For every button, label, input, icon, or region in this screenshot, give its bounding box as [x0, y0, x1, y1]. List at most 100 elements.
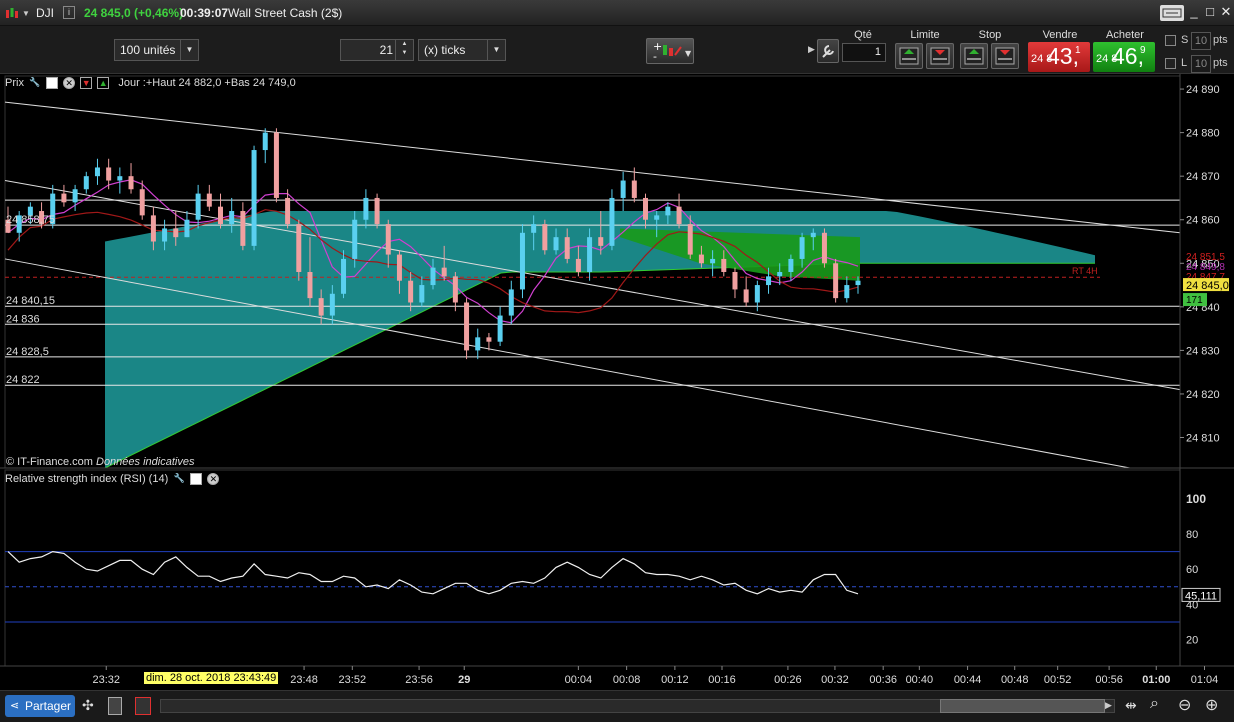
wrench-icon[interactable]: 🔧 — [173, 473, 185, 485]
candle-bearish — [273, 128, 279, 203]
maximize-icon[interactable] — [190, 473, 203, 486]
qty-input[interactable]: 1 — [842, 43, 886, 62]
y-tick-label: 24 820 — [1186, 389, 1220, 401]
scroll-right-icon[interactable]: ▶ — [1105, 700, 1112, 711]
move-up-icon[interactable]: ▲ — [97, 77, 110, 90]
candle-body — [531, 224, 537, 233]
limit-sell-button[interactable] — [926, 43, 954, 69]
calculator-icon[interactable] — [108, 697, 122, 715]
limit-checkbox[interactable] — [1165, 58, 1176, 69]
move-down-icon[interactable]: ▼ — [80, 77, 93, 90]
day-high-low: Jour :+Haut 24 882,0 +Bas 24 749,0 — [118, 77, 296, 89]
candle-body — [262, 132, 268, 151]
stop-buy-button[interactable] — [960, 43, 988, 69]
candle-body — [519, 232, 525, 290]
scrollbar-thumb[interactable] — [940, 699, 1105, 713]
units-select[interactable]: 100 unités ▼ — [114, 39, 199, 61]
limit-points-input[interactable]: 10 — [1191, 55, 1211, 73]
limit-l-label: L — [1181, 57, 1188, 69]
candle-body — [631, 180, 637, 198]
x-tick-label: 00:40 — [906, 674, 934, 686]
candle-body — [173, 228, 179, 238]
candle-body — [687, 224, 693, 255]
candle-body — [352, 219, 358, 259]
app-icon — [5, 6, 19, 20]
window-menu-icon[interactable]: ▼ — [22, 9, 30, 18]
info-icon[interactable]: i — [63, 6, 75, 19]
right-axis-area — [1180, 74, 1234, 666]
candle-body — [128, 176, 134, 190]
candle-body — [329, 293, 335, 316]
candle-body — [396, 254, 402, 281]
chevron-down-icon: ▼ — [180, 40, 198, 60]
close-panel-icon[interactable]: ✕ — [63, 77, 76, 90]
collapse-arrow-icon[interactable]: ▶ — [808, 44, 815, 55]
candle-body — [430, 267, 436, 286]
candle-body — [296, 224, 302, 272]
share-button[interactable]: ⋖ Partager — [5, 695, 75, 717]
buy-button[interactable]: 24 8 46, 9 — [1093, 42, 1155, 72]
x-tick-label: 00:48 — [1001, 674, 1029, 686]
wrench-settings-button[interactable] — [817, 39, 839, 63]
layers-icon[interactable] — [135, 697, 151, 715]
y-tick-label: 24 810 — [1186, 433, 1220, 445]
zoom-in-icon[interactable]: ⊕ — [1205, 695, 1218, 715]
candle-body — [162, 228, 168, 242]
candle-body — [777, 272, 783, 277]
candle-bearish — [296, 219, 302, 281]
maximize-icon[interactable] — [46, 77, 59, 90]
x-tick-label: 23:48 — [290, 674, 318, 686]
candle-body — [810, 232, 816, 238]
stop-loss-points-input[interactable]: 10 — [1191, 32, 1211, 50]
candle-body — [766, 276, 772, 286]
candle-body — [475, 337, 481, 351]
candle-bullish — [251, 145, 257, 251]
zoom-out-icon[interactable]: ⊖ — [1178, 695, 1191, 715]
x-tick-label: 29 — [458, 674, 470, 686]
countdown-tag: 171 — [1186, 295, 1203, 306]
stop-sell-button[interactable] — [991, 43, 1019, 69]
minimize-button[interactable]: _ — [1186, 4, 1202, 20]
candle-body — [821, 232, 827, 264]
restore-button[interactable]: □ — [1202, 4, 1218, 20]
rsi-tick-label: 20 — [1186, 635, 1198, 647]
ticks-unit-select[interactable]: (x) ticks ▼ — [418, 39, 506, 61]
order-tool-button[interactable]: + - ▼ — [646, 38, 694, 64]
ticks-stepper[interactable]: 21 ▲ ▼ — [340, 39, 414, 61]
rsi-chart[interactable] — [4, 469, 1181, 667]
close-button[interactable]: ✕ — [1218, 4, 1234, 20]
close-panel-icon[interactable]: ✕ — [207, 473, 220, 486]
keyboard-icon[interactable] — [1160, 5, 1184, 21]
sell-label: Vendre — [1042, 29, 1078, 41]
share-icon: ⋖ — [10, 700, 20, 712]
pan-zoom-icon[interactable]: ⇹ — [1125, 697, 1137, 714]
stop-loss-checkbox[interactable] — [1165, 35, 1176, 46]
stepper-arrows-icon[interactable]: ▲ ▼ — [395, 40, 413, 60]
level-label: 24 822 — [6, 374, 40, 386]
price-chart[interactable]: 24 858,75 24 840,15 24 836 24 828,5 24 822 RT… — [4, 75, 1181, 469]
limit-label: Limite — [910, 29, 940, 41]
candle-body — [94, 167, 100, 177]
candle-body — [609, 197, 615, 246]
x-tick-label: 00:26 — [774, 674, 802, 686]
limit-buy-button[interactable] — [895, 43, 923, 69]
chart-canvas[interactable]: 24 858,75 24 840,15 24 836 24 828,5 24 822 RT… — [0, 74, 1234, 690]
price-panel-title: Prix — [5, 77, 24, 89]
candle-body — [184, 219, 190, 238]
candle-body — [508, 289, 514, 316]
rsi-tick-label: 100 — [1186, 492, 1206, 506]
svg-text:▼: ▼ — [685, 49, 692, 58]
x-tick-label: 01:04 — [1191, 674, 1219, 686]
candle-body — [318, 298, 324, 316]
candle-body — [251, 150, 257, 246]
zoom-area-icon[interactable]: ⌕ — [1150, 695, 1159, 713]
candle-body — [83, 176, 89, 190]
wrench-icon[interactable]: 🔧 — [29, 77, 41, 89]
x-tick-label: 00:44 — [954, 674, 982, 686]
candle-body — [721, 258, 727, 272]
y-tick-label: 24 890 — [1186, 84, 1220, 96]
cursor-tool-icon[interactable]: ✣ — [82, 697, 94, 714]
sell-button[interactable]: 24 8 43, 1 — [1028, 42, 1090, 72]
candle-bullish — [519, 224, 525, 299]
clock-time: 00:39:07 — [180, 6, 229, 20]
